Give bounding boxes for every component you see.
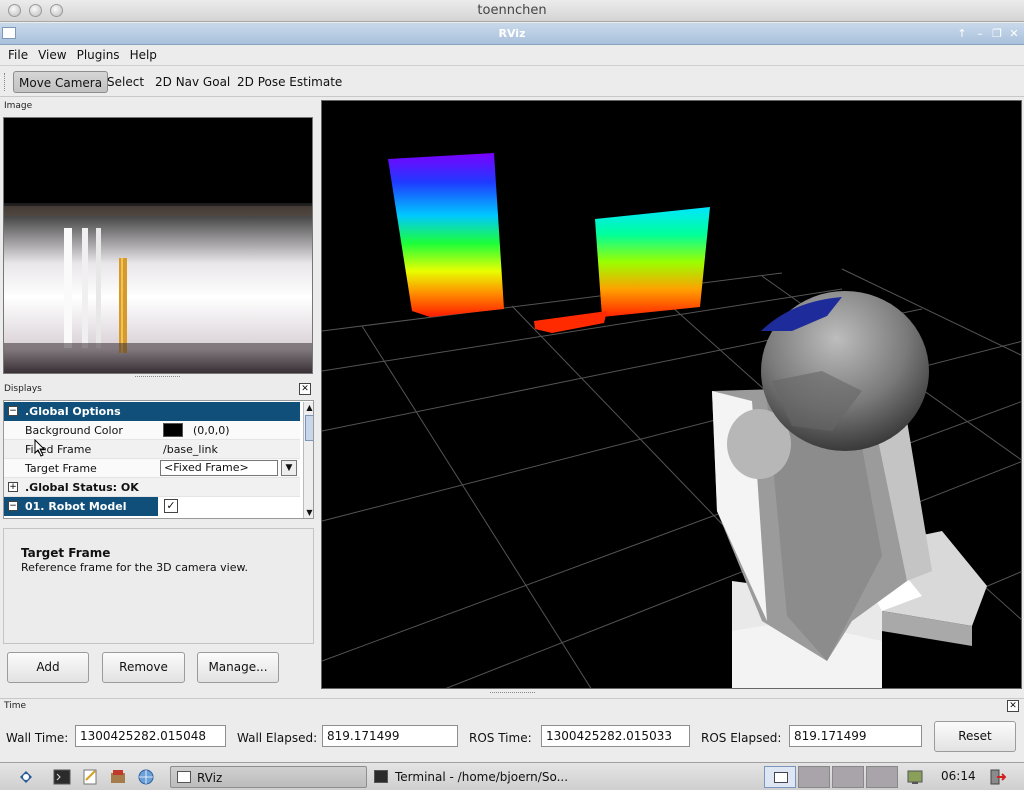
ros-elapsed-field[interactable]: 819.171499 bbox=[789, 725, 922, 747]
point-cloud-right bbox=[595, 207, 710, 317]
xfce-mouse-icon[interactable] bbox=[17, 768, 35, 786]
ros-time-label: ROS Time: bbox=[469, 731, 532, 745]
clock: 06:14 bbox=[941, 769, 976, 783]
splitter-handle[interactable] bbox=[135, 376, 180, 379]
row-name: 01. Robot Model (Rob bbox=[25, 500, 127, 513]
minimize-window-button[interactable] bbox=[29, 4, 42, 17]
displays-scrollbar[interactable]: ▲ ▼ bbox=[303, 402, 313, 518]
collapse-icon[interactable]: − bbox=[8, 406, 18, 416]
close-time-panel-icon[interactable]: ✕ bbox=[1007, 700, 1019, 712]
logout-icon[interactable] bbox=[988, 768, 1006, 786]
description-title: Target Frame bbox=[21, 546, 111, 560]
workspace-2[interactable] bbox=[798, 766, 830, 788]
global-options-row[interactable]: − .Global Options bbox=[4, 402, 300, 421]
web-browser-icon[interactable] bbox=[137, 768, 155, 786]
task-rviz[interactable]: RViz bbox=[170, 766, 367, 788]
collapse-icon[interactable]: − bbox=[8, 501, 18, 511]
terminal-icon bbox=[374, 770, 388, 783]
robot-model-row[interactable]: − 01. Robot Model (Rob bbox=[4, 497, 158, 516]
taskbar: RViz Terminal - /home/bjoern/So... 06:14 bbox=[0, 762, 1024, 790]
display-settings-icon[interactable] bbox=[906, 768, 924, 786]
background-color-row[interactable]: Background Color (0,0,0) bbox=[4, 421, 300, 440]
scroll-up-icon[interactable]: ▲ bbox=[304, 402, 313, 413]
close-icon[interactable]: ✕ bbox=[1007, 27, 1021, 41]
scroll-thumb[interactable] bbox=[305, 415, 313, 441]
menu-file[interactable]: File bbox=[3, 45, 33, 65]
select-tool[interactable]: Select bbox=[102, 71, 149, 93]
file-manager-icon[interactable] bbox=[109, 768, 127, 786]
reset-button[interactable]: Reset bbox=[934, 721, 1016, 752]
wall-time-field[interactable]: 1300425282.015048 bbox=[75, 725, 226, 747]
window-icon bbox=[774, 772, 788, 783]
outer-title-bar: toennchen bbox=[0, 0, 1024, 22]
close-displays-icon[interactable]: ✕ bbox=[299, 383, 311, 395]
remove-display-button[interactable]: Remove bbox=[102, 652, 185, 683]
workspace-3[interactable] bbox=[832, 766, 864, 788]
workspace-1[interactable] bbox=[764, 766, 796, 788]
time-panel-label: Time bbox=[4, 701, 27, 711]
camera-image-view bbox=[3, 117, 313, 374]
menu-help[interactable]: Help bbox=[125, 45, 162, 65]
time-panel: Time ✕ Wall Time: 1300425282.015048 Wall… bbox=[0, 698, 1024, 760]
global-status-row[interactable]: + .Global Status: OK bbox=[4, 478, 300, 497]
minimize-icon[interactable]: – bbox=[973, 27, 987, 41]
window-menu-icon[interactable] bbox=[2, 27, 16, 39]
target-frame-combo[interactable]: <Fixed Frame> bbox=[160, 460, 278, 476]
mouse-cursor-icon bbox=[34, 439, 46, 457]
wall-elapsed-field[interactable]: 819.171499 bbox=[322, 725, 458, 747]
add-display-button[interactable]: Add bbox=[7, 652, 89, 683]
close-window-button[interactable] bbox=[8, 4, 21, 17]
3d-scene bbox=[322, 101, 1021, 688]
ros-time-field[interactable]: 1300425282.015033 bbox=[541, 725, 690, 747]
chevron-down-icon[interactable]: ▼ bbox=[281, 460, 297, 476]
menu-bar: File View Plugins Help bbox=[0, 45, 1024, 66]
workspace-4[interactable] bbox=[866, 766, 898, 788]
nav-goal-tool[interactable]: 2D Nav Goal bbox=[150, 71, 235, 93]
robot-model-checkbox[interactable]: ✓ bbox=[164, 499, 178, 513]
task-label: Terminal - /home/bjoern/So... bbox=[395, 770, 569, 784]
task-terminal[interactable]: Terminal - /home/bjoern/So... bbox=[369, 766, 569, 788]
ros-elapsed-label: ROS Elapsed: bbox=[701, 731, 782, 745]
scroll-down-icon[interactable]: ▼ bbox=[304, 507, 313, 518]
wall-time-label: Wall Time: bbox=[6, 731, 69, 745]
restore-icon[interactable]: ❐ bbox=[990, 27, 1004, 41]
displays-panel-label: Displays bbox=[4, 384, 42, 394]
terminal-icon[interactable] bbox=[53, 768, 71, 786]
description-text: Reference frame for the 3D camera view. bbox=[21, 561, 248, 574]
text-editor-icon[interactable] bbox=[81, 768, 99, 786]
manage-displays-button[interactable]: Manage... bbox=[197, 652, 279, 683]
window-title-bar: RViz bbox=[0, 23, 1024, 45]
property-description: Target Frame Reference frame for the 3D … bbox=[3, 528, 314, 644]
row-name: Background Color bbox=[25, 424, 123, 437]
row-name: Target Frame bbox=[25, 462, 97, 475]
splitter-handle[interactable] bbox=[490, 692, 535, 695]
menu-view[interactable]: View bbox=[33, 45, 71, 65]
fixed-frame-row[interactable]: Fixed Frame /base_link bbox=[4, 440, 300, 459]
wall-elapsed-label: Wall Elapsed: bbox=[237, 731, 318, 745]
expand-icon[interactable]: + bbox=[8, 482, 18, 492]
row-name: .Global Status: OK bbox=[25, 481, 139, 494]
zoom-window-button[interactable] bbox=[50, 4, 63, 17]
color-swatch[interactable] bbox=[163, 423, 183, 437]
row-value: /base_link bbox=[163, 443, 218, 456]
arrow-up-icon[interactable]: ↑ bbox=[955, 27, 969, 41]
window-title: RViz bbox=[498, 27, 526, 40]
image-panel-label: Image bbox=[4, 101, 33, 111]
row-value: (0,0,0) bbox=[193, 424, 230, 437]
camera-image bbox=[4, 118, 312, 373]
move-camera-tool[interactable]: Move Camera bbox=[13, 71, 109, 93]
menu-plugins[interactable]: Plugins bbox=[72, 45, 125, 65]
outer-window-title: toennchen bbox=[477, 3, 547, 18]
pose-estimate-tool[interactable]: 2D Pose Estimate bbox=[232, 71, 347, 93]
task-label: RViz bbox=[197, 771, 223, 785]
target-frame-row[interactable]: Target Frame <Fixed Frame> ▼ bbox=[4, 459, 300, 478]
3d-render-view[interactable] bbox=[321, 100, 1022, 689]
row-name: .Global Options bbox=[25, 405, 121, 418]
displays-tree: − .Global Options Background Color (0,0,… bbox=[3, 400, 314, 519]
toolbar-grip[interactable] bbox=[4, 73, 7, 91]
window-icon bbox=[177, 771, 191, 783]
toolbar: Move Camera Select 2D Nav Goal 2D Pose E… bbox=[0, 67, 1024, 97]
